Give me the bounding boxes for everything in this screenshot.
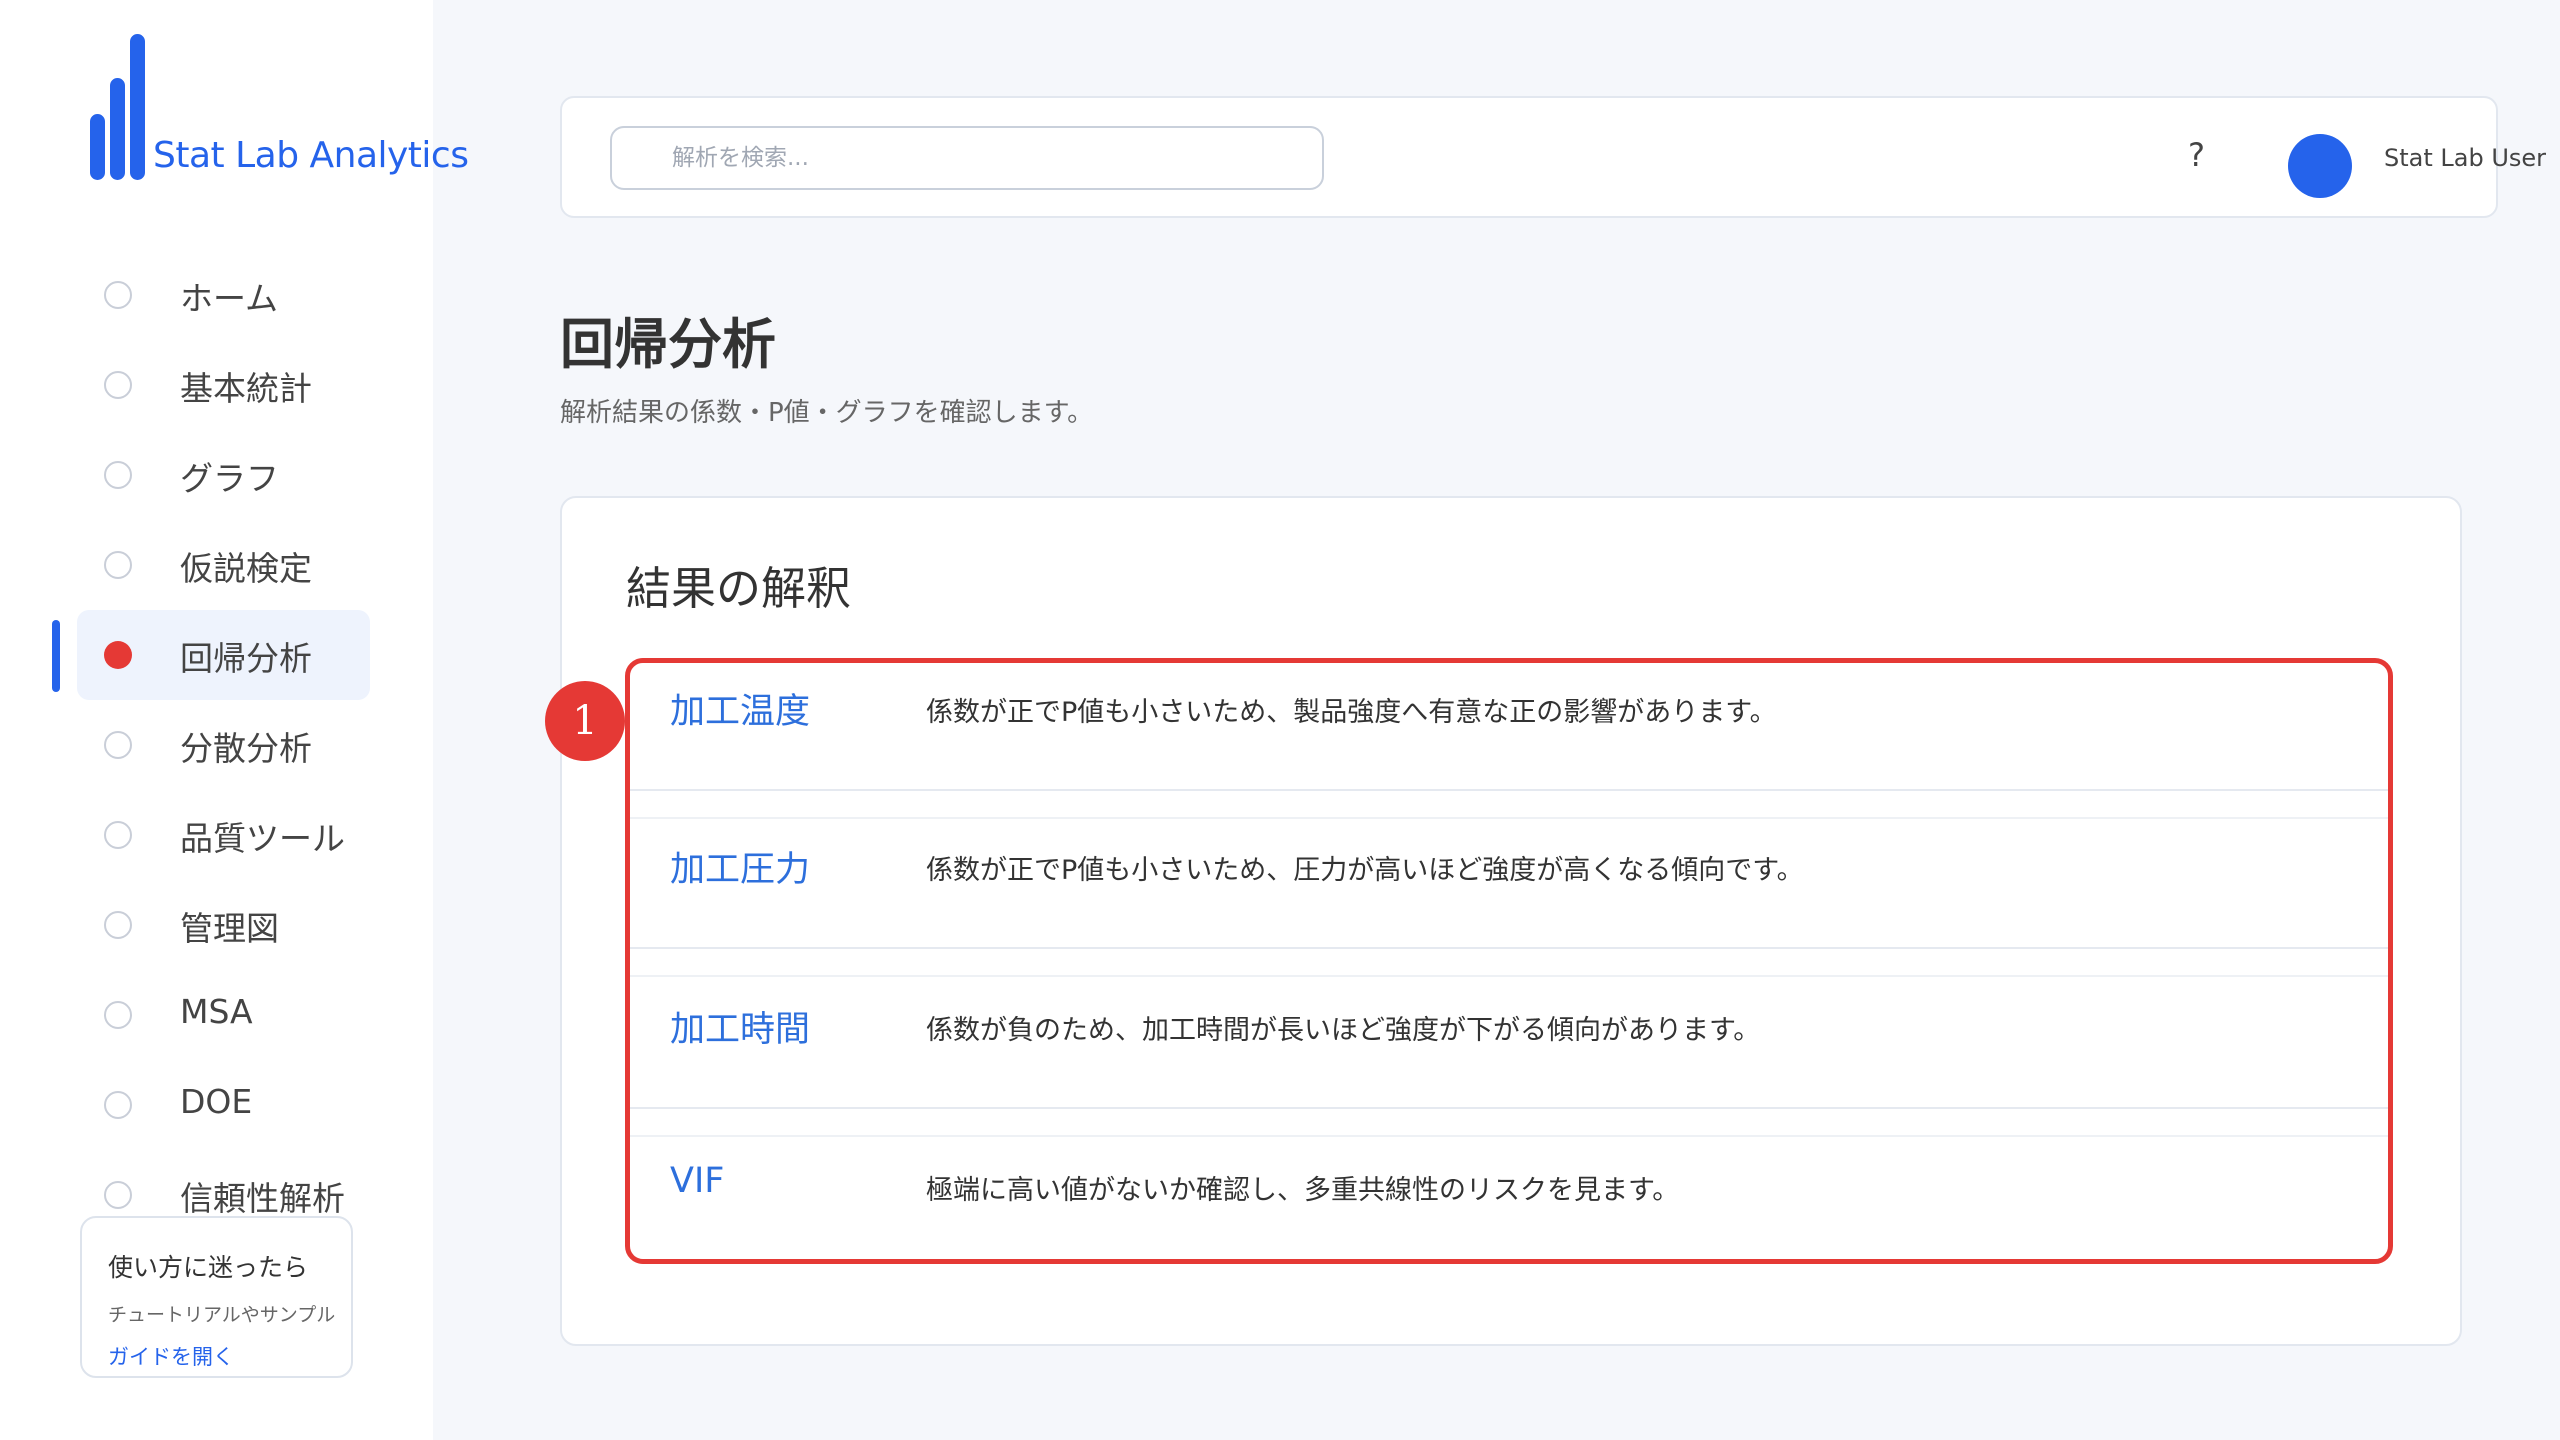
help-button[interactable]: ?	[2188, 136, 2205, 174]
top-bar: ? Stat Lab User	[560, 96, 2546, 218]
help-card-subtitle: チュートリアルやサンプル	[108, 1304, 336, 1326]
active-indicator	[52, 620, 60, 692]
variable-name[interactable]: 加工時間	[670, 1001, 810, 1052]
sidebar-item-label: 仮説検定	[180, 549, 312, 588]
variable-description: 極端に高い値がないか確認し、多重共線性のリスクを見ます。	[926, 1175, 1680, 1206]
sidebar-item-quality-tools[interactable]: 品質ツール	[0, 790, 433, 880]
sidebar-nav: ホーム 基本統計 グラフ 仮説検定 回帰分析 分散分析 品質ツール 管理図 MS…	[0, 250, 433, 1240]
radio-selected-icon	[104, 641, 132, 669]
sidebar-item-label: 基本統計	[180, 369, 312, 408]
variable-name[interactable]: 加工温度	[670, 683, 810, 734]
radio-icon	[104, 1091, 132, 1119]
sidebar-item-label: 分散分析	[180, 729, 312, 768]
sidebar-item-label: MSA	[180, 992, 253, 1031]
sidebar-item-label: 管理図	[180, 909, 279, 948]
interpretation-highlight-box: 加工温度 係数が正でP値も小さいため、製品強度へ有意な正の影響があります。 加工…	[625, 658, 2393, 1264]
sidebar-item-label: グラフ	[180, 459, 279, 498]
interpretation-row: VIF 極端に高い値がないか確認し、多重共線性のリスクを見ます。	[630, 1141, 2388, 1259]
sidebar-item-label: DOE	[180, 1082, 253, 1121]
sidebar-item-doe[interactable]: DOE	[0, 1060, 433, 1150]
sidebar-item-label: 品質ツール	[180, 819, 345, 858]
bar-chart-icon	[90, 34, 145, 180]
sidebar-item-label: ホーム	[180, 279, 279, 318]
sidebar-item-control-chart[interactable]: 管理図	[0, 880, 433, 970]
radio-icon	[104, 461, 132, 489]
help-card: 使い方に迷ったら チュートリアルやサンプル ガイドを開く	[80, 1216, 353, 1378]
card-title: 結果の解釈	[626, 562, 852, 615]
open-guide-link[interactable]: ガイドを開く	[108, 1341, 325, 1371]
help-card-title: 使い方に迷ったら	[108, 1253, 309, 1282]
radio-icon	[104, 371, 132, 399]
user-name[interactable]: Stat Lab User	[2384, 144, 2546, 172]
radio-icon	[104, 281, 132, 309]
app-logo[interactable]: Stat Lab Analytics	[90, 34, 469, 180]
interpretation-row: 加工時間 係数が負のため、加工時間が長いほど強度が下がる傾向があります。	[630, 981, 2388, 1137]
variable-description: 係数が正でP値も小さいため、製品強度へ有意な正の影響があります。	[926, 697, 1777, 728]
sidebar-item-basic-stats[interactable]: 基本統計	[0, 340, 433, 430]
app-name: Stat Lab Analytics	[153, 135, 469, 176]
sidebar-item-label: 回帰分析	[180, 639, 312, 678]
interpretation-card: 結果の解釈 加工温度 係数が正でP値も小さいため、製品強度へ有意な正の影響があり…	[560, 496, 2462, 1346]
search-input[interactable]	[610, 126, 1324, 190]
sidebar-item-anova[interactable]: 分散分析	[0, 700, 433, 790]
radio-icon	[104, 911, 132, 939]
avatar[interactable]	[2288, 134, 2352, 198]
sidebar-item-label: 信頼性解析	[180, 1179, 345, 1218]
variable-description: 係数が正でP値も小さいため、圧力が高いほど強度が高くなる傾向です。	[926, 855, 1804, 886]
variable-name[interactable]: VIF	[670, 1161, 724, 1201]
sidebar-item-graph[interactable]: グラフ	[0, 430, 433, 520]
variable-description: 係数が負のため、加工時間が長いほど強度が下がる傾向があります。	[926, 1015, 1761, 1046]
interpretation-row: 加工温度 係数が正でP値も小さいため、製品強度へ有意な正の影響があります。	[630, 663, 2388, 819]
sidebar-item-msa[interactable]: MSA	[0, 970, 433, 1060]
sidebar-item-hypothesis-test[interactable]: 仮説検定	[0, 520, 433, 610]
page-subtitle: 解析結果の係数・P値・グラフを確認します。	[560, 398, 1094, 428]
radio-icon	[104, 821, 132, 849]
radio-icon	[104, 1001, 132, 1029]
annotation-marker: 1	[545, 681, 625, 761]
variable-name[interactable]: 加工圧力	[670, 841, 810, 892]
radio-icon	[104, 551, 132, 579]
sidebar-item-regression[interactable]: 回帰分析	[0, 610, 433, 700]
sidebar: Stat Lab Analytics ホーム 基本統計 グラフ 仮説検定 回帰分…	[0, 0, 469, 1440]
radio-icon	[104, 731, 132, 759]
page-title: 回帰分析	[560, 313, 776, 376]
sidebar-item-home[interactable]: ホーム	[0, 250, 433, 340]
interpretation-row: 加工圧力 係数が正でP値も小さいため、圧力が高いほど強度が高くなる傾向です。	[630, 821, 2388, 977]
radio-icon	[104, 1181, 132, 1209]
